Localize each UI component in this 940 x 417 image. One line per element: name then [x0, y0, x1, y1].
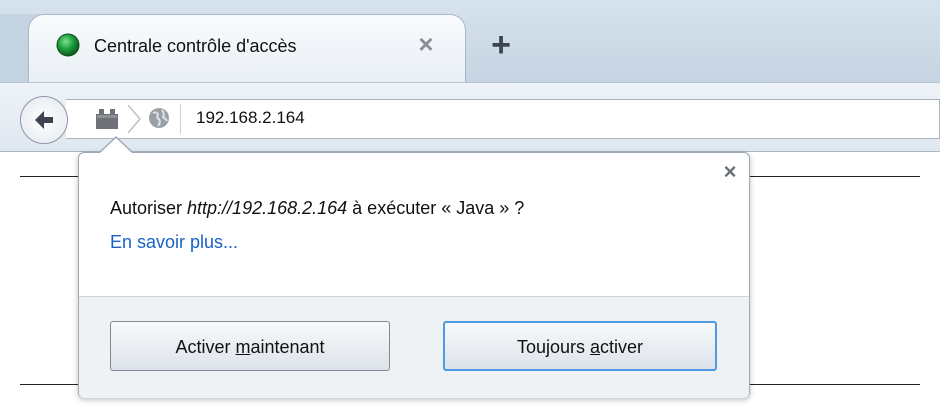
back-arrow-icon	[35, 111, 53, 129]
tab-title: Centrale contrôle d'accès	[94, 36, 297, 56]
always-activate-label-prefix: Toujours	[516, 337, 590, 357]
url-separator	[180, 104, 181, 134]
learn-more-link[interactable]: En savoir plus...	[110, 230, 238, 254]
plugin-icon[interactable]	[94, 108, 120, 130]
popup-arrow-fill	[100, 138, 132, 153]
new-tab-icon[interactable]: +	[478, 22, 524, 68]
tab-close-icon[interactable]: ×	[412, 30, 440, 58]
popup-close-icon[interactable]: ×	[720, 161, 740, 183]
back-button[interactable]	[20, 96, 68, 144]
url-text[interactable]: 192.168.2.164	[196, 106, 305, 130]
activate-now-label-suffix: aintenant	[250, 337, 325, 357]
activate-now-label-prefix: Activer	[175, 337, 236, 357]
message-suffix: à exécuter « Java » ?	[347, 198, 525, 218]
activate-now-access-key: m	[235, 337, 251, 357]
chevron-right-icon	[124, 103, 144, 135]
green-circle-icon	[56, 33, 80, 57]
message-origin: http://192.168.2.164	[187, 198, 348, 218]
globe-icon[interactable]	[148, 107, 170, 129]
always-activate-button[interactable]: Toujours activer	[443, 321, 717, 371]
message-prefix: Autoriser	[110, 198, 188, 218]
always-activate-label-suffix: ctiver	[600, 337, 644, 357]
always-activate-access-key: a	[590, 337, 601, 357]
popup-message: Autoriser http://192.168.2.164 à exécute…	[110, 196, 524, 220]
activate-now-button[interactable]: Activer maintenant	[110, 321, 390, 371]
